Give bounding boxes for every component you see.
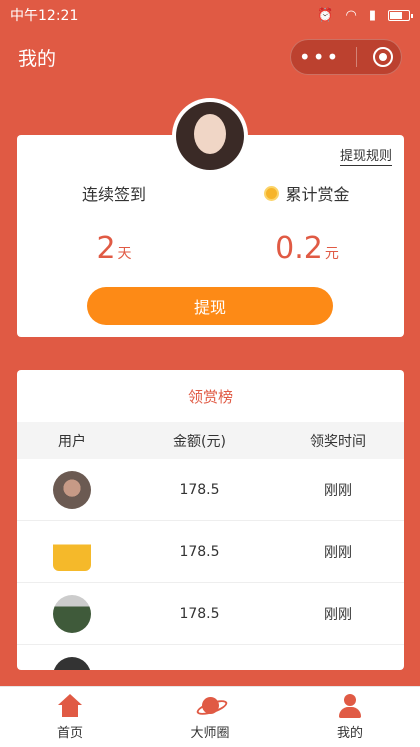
- bounty-value: 0.2 元: [210, 231, 404, 266]
- status-bar: 中午12:21 ⏰ ◠ ▮: [0, 0, 420, 30]
- leaderboard: 领赏榜 用户 金额(元) 领奖时间 178.5 刚刚 178.5 刚刚 178.…: [17, 370, 404, 670]
- leaderboard-title: 领赏榜: [187, 387, 233, 406]
- coin-icon: [264, 185, 280, 201]
- withdraw-rules-link[interactable]: 提现规则: [339, 145, 392, 166]
- checkin-value: 2天: [17, 231, 211, 266]
- tab-label: 我的: [336, 725, 363, 741]
- header-amount: 金额(元): [173, 433, 226, 450]
- row-amount: 178.5: [179, 605, 220, 622]
- more-icon[interactable]: •••: [299, 47, 340, 67]
- bounty-unit: 元: [324, 246, 339, 262]
- status-icons: ⏰ ◠ ▮: [317, 7, 413, 23]
- checkin-number: 2: [96, 231, 116, 266]
- tab-master-circle[interactable]: 大师圈: [140, 687, 280, 747]
- user-avatar: [53, 656, 91, 670]
- checkin-stat: 连续签到 2天: [17, 181, 211, 266]
- planet-icon: [197, 694, 223, 718]
- alarm-icon: ⏰: [317, 7, 334, 23]
- table-row-partial: [17, 645, 404, 670]
- row-time: 刚刚: [324, 482, 352, 499]
- capsule-divider: [356, 47, 358, 67]
- row-time: 刚刚: [324, 606, 352, 623]
- bounty-stat: 累计赏金 0.2 元: [210, 181, 404, 266]
- checkin-unit: 天: [117, 246, 132, 262]
- avatar-image: [176, 102, 244, 170]
- user-avatar: [53, 470, 91, 509]
- signal-icon: ▮: [368, 7, 376, 23]
- leaderboard-header: 用户 金额(元) 领奖时间: [17, 422, 404, 459]
- user-avatar: [53, 594, 91, 633]
- wifi-icon: ◠: [345, 7, 357, 23]
- table-row: 178.5 刚刚: [17, 583, 404, 645]
- status-time: 中午12:21: [10, 8, 79, 24]
- tab-mine[interactable]: 我的: [280, 687, 420, 747]
- table-row: 178.5 刚刚: [17, 459, 404, 521]
- withdraw-button[interactable]: 提现: [87, 287, 333, 325]
- tab-bar: 首页 大师圈 我的: [0, 686, 420, 747]
- tab-home[interactable]: 首页: [0, 687, 140, 747]
- page-title: 我的: [18, 47, 57, 70]
- home-icon: [57, 693, 83, 718]
- nav-bar: 我的 •••: [0, 30, 420, 84]
- close-miniprogram-icon[interactable]: [373, 47, 394, 67]
- avatar[interactable]: [172, 98, 248, 174]
- header-user: 用户: [58, 433, 86, 450]
- table-row: 178.5 刚刚: [17, 521, 404, 583]
- row-amount: 178.5: [179, 481, 220, 498]
- tab-label: 大师圈: [190, 725, 230, 741]
- battery-icon: [388, 9, 413, 21]
- user-icon: [337, 693, 363, 718]
- header-time: 领奖时间: [310, 433, 366, 450]
- tab-label: 首页: [56, 725, 83, 741]
- miniprogram-capsule: •••: [290, 39, 402, 75]
- row-time: 刚刚: [324, 544, 352, 561]
- user-avatar: [53, 532, 91, 571]
- checkin-label: 连续签到: [81, 185, 146, 204]
- bounty-number: 0.2: [275, 231, 323, 266]
- bounty-label-row: 累计赏金: [210, 181, 404, 205]
- row-amount: 178.5: [179, 543, 220, 560]
- bounty-label: 累计赏金: [285, 185, 350, 204]
